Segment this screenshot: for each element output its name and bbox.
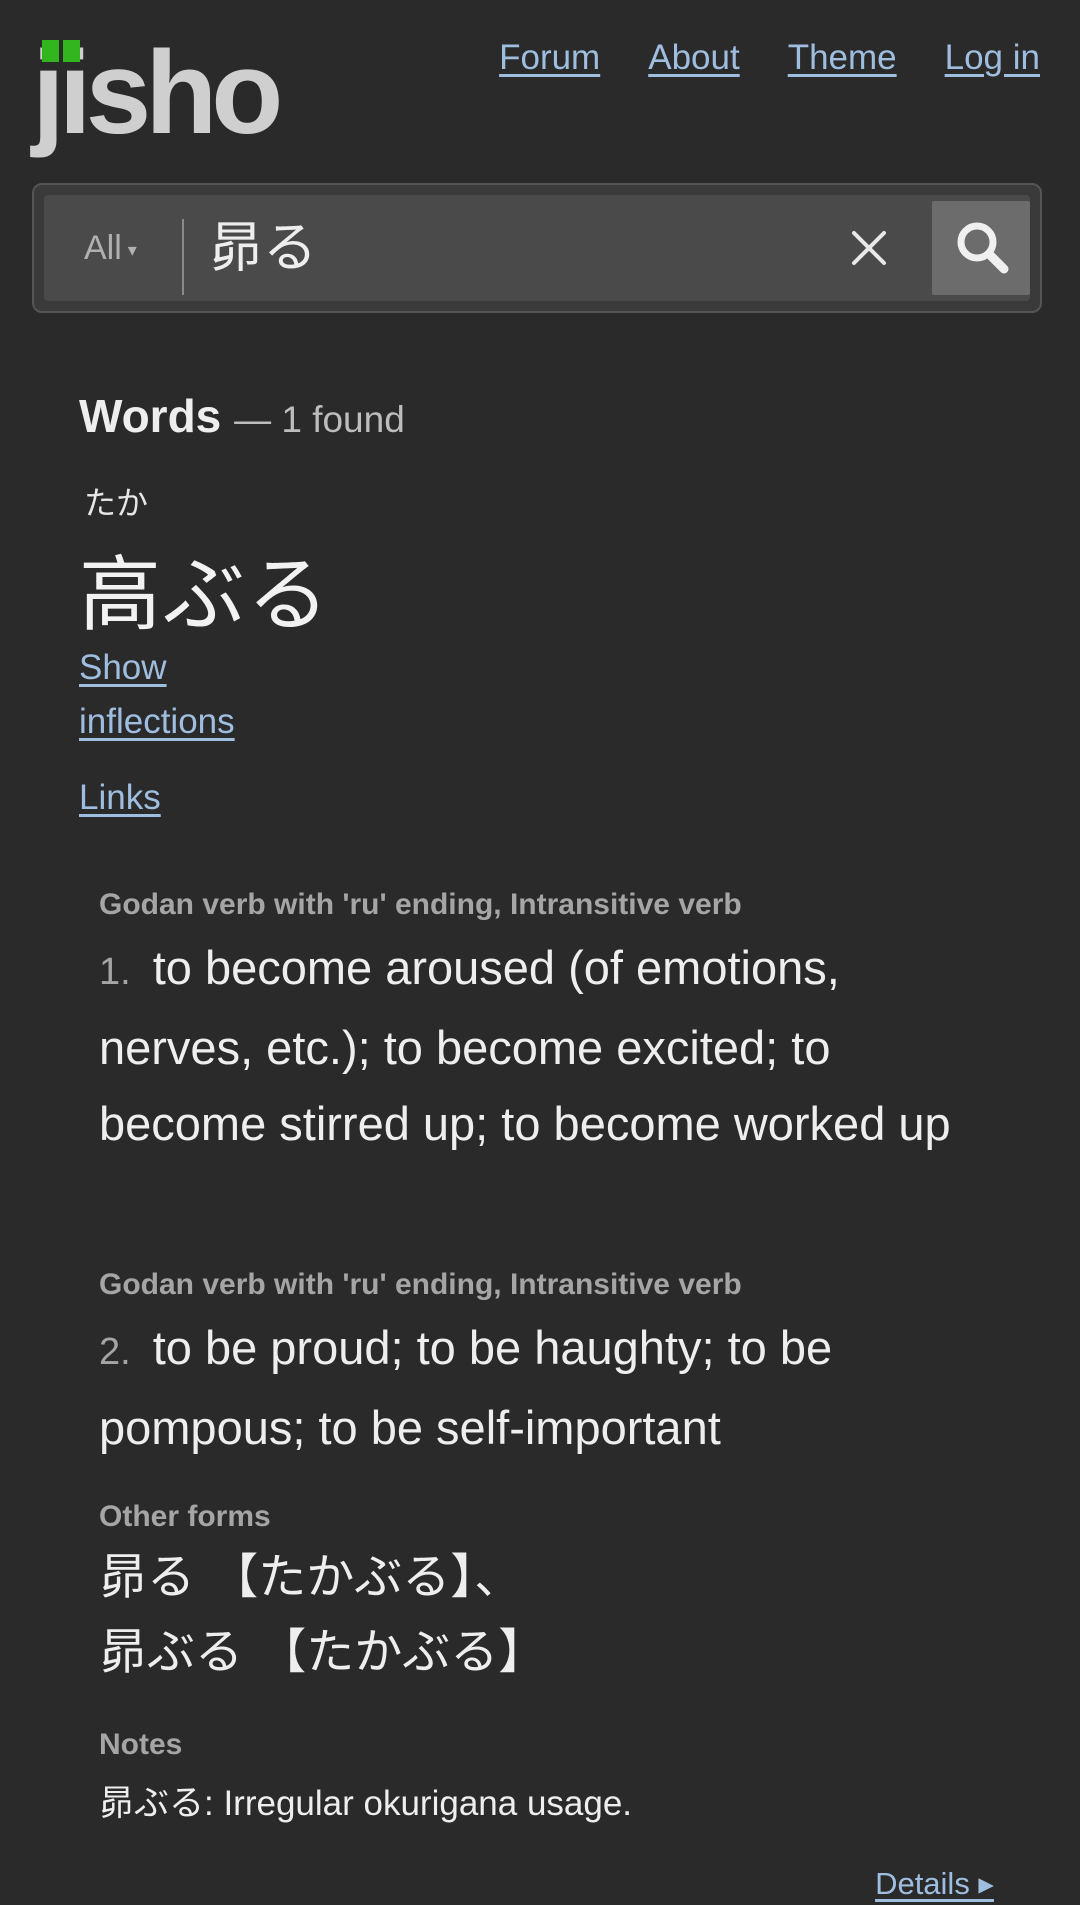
sense-meaning: 1. to become aroused (of emotions, nerves… [99,930,979,1162]
links-link[interactable]: Links [79,778,161,818]
sense-tags: Godan verb with 'ru' ending, Intransitiv… [99,888,742,921]
nav-login-link[interactable]: Log in [945,38,1040,78]
sense-meaning: 2. to be proud; to be haughty; to be pomp… [99,1310,979,1466]
top-nav: Forum About Theme Log in [499,38,1040,78]
close-icon[interactable] [844,223,894,273]
sense-text: to become aroused (of emotions, nerves, … [99,941,951,1150]
show-inflections-link[interactable]: Show [79,648,167,688]
search-bar: All ▾ [32,183,1042,313]
notes-label: Notes [99,1728,183,1761]
caret-down-icon: ▾ [127,240,137,261]
search-field-container: All ▾ [44,195,1030,301]
word-text: 高ぶる [79,548,332,643]
section-title: Words [79,390,222,442]
results-header: Words — 1 found [79,390,405,446]
search-type-dropdown[interactable]: All ▾ [84,195,137,301]
search-type-label: All [84,229,122,267]
book-icon [42,40,80,62]
jisho-logo[interactable]: jisho [32,34,283,158]
page: jisho Forum About Theme Log in All ▾ 昴る … [0,0,1080,1905]
nav-theme-link[interactable]: Theme [788,38,897,78]
nav-about-link[interactable]: About [648,38,739,78]
notes-text: 昴ぶる: Irregular okurigana usage. [99,1784,633,1823]
search-button[interactable] [932,201,1030,295]
details-link[interactable]: Details ▸ [875,1866,994,1902]
sense-number: 1. [99,951,131,993]
sense-number: 2. [99,1331,131,1373]
search-input[interactable] [209,195,809,301]
sense-text: to be proud; to be haughty; to be pompou… [99,1321,833,1454]
nav-forum-link[interactable]: Forum [499,38,600,78]
other-forms: 昴る 【たかぶる】、 昴ぶる 【たかぶる】 [99,1540,546,1690]
other-forms-label: Other forms [99,1500,271,1533]
show-inflections-link-line2[interactable]: inflections [79,702,235,742]
result-count: — 1 found [234,399,405,440]
sense-tags: Godan verb with 'ru' ending, Intransitiv… [99,1268,742,1301]
furigana: たか [84,484,149,522]
other-form: 昴る 【たかぶる】、 [99,1549,523,1605]
search-icon [957,222,1009,274]
other-form: 昴ぶる 【たかぶる】 [99,1624,547,1680]
search-divider [182,219,184,295]
